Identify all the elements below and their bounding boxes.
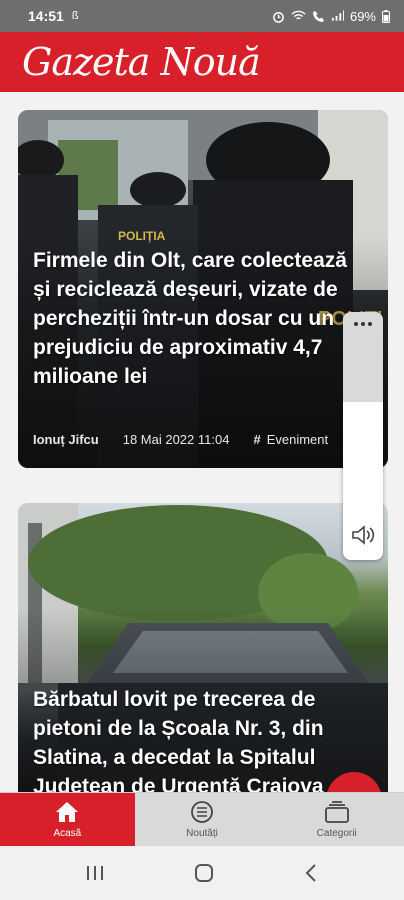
panel-menu[interactable] [343,312,383,402]
battery-icon [382,9,390,23]
nav-home-label: Acasă [53,828,82,839]
article-card[interactable]: POLIȚIA POLIȚI Firmele din Olt, care col… [18,110,388,468]
home-icon [56,802,79,822]
article-title[interactable]: Firmele din Olt, care colectează și reci… [33,246,358,391]
sim-icon: ß [71,10,79,22]
categories-icon [324,801,349,823]
nav-categories-label: Categorii [316,828,357,839]
news-list-icon [191,801,213,823]
back-icon[interactable] [303,863,319,883]
article-date: 18 Mai 2022 11:04 [122,432,230,447]
app-header: Gazeta Nouă [0,32,404,92]
nav-news-label: Noutăți [186,828,218,839]
more-options-icon[interactable] [354,322,372,402]
app-logo[interactable]: Gazeta Nouă [22,40,261,84]
article-title[interactable]: Bărbatul lovit pe trecerea de pietoni de… [33,685,358,792]
nav-news[interactable]: Noutăți [134,793,270,846]
article-meta: Ionuț Jifcu 18 Mai 2022 11:04 Eveniment [33,432,328,447]
recent-apps-icon[interactable] [85,864,105,882]
alarm-icon [273,11,284,23]
article-category[interactable]: Eveniment [253,432,328,447]
article-author[interactable]: Ionuț Jifcu [33,432,99,447]
signal-icon [331,10,344,21]
article-card[interactable]: Bărbatul lovit pe trecerea de pietoni de… [18,503,388,792]
status-time: 14:51 [28,8,64,24]
wifi-icon [291,10,306,20]
bottom-navigation: Acasă Noutăți Categorii [0,792,404,846]
floating-audio-panel[interactable] [343,312,383,560]
status-bar: 14:51 ß 69% [0,0,404,32]
system-navigation-bar [0,846,404,900]
nav-categories[interactable]: Categorii [269,793,404,846]
speaker-icon[interactable] [351,524,375,546]
nav-home[interactable]: Acasă [0,793,135,846]
call-icon [312,10,325,22]
battery-percent: 69% [349,8,376,24]
news-feed[interactable]: POLIȚIA POLIȚI Firmele din Olt, care col… [0,92,404,792]
home-system-icon[interactable] [194,863,214,883]
